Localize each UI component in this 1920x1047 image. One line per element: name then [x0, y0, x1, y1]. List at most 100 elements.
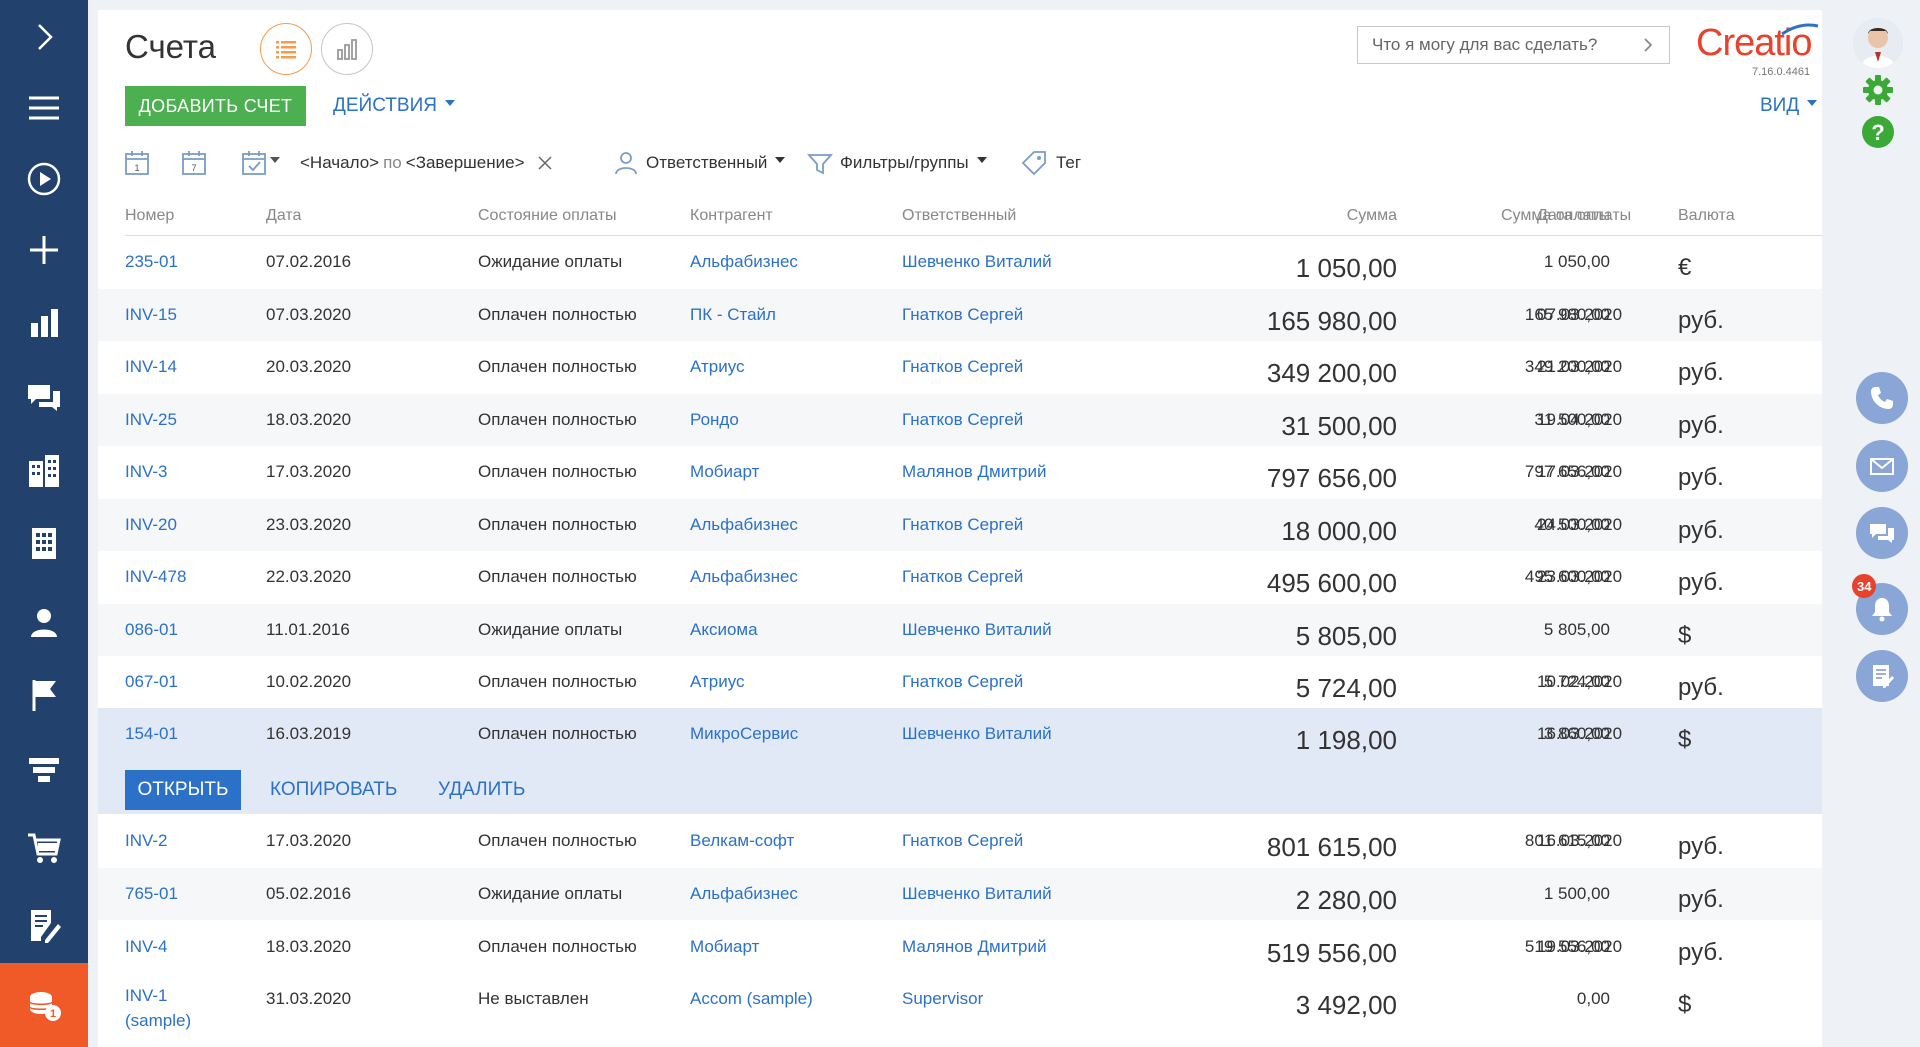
account-link[interactable]: Альфабизнес: [690, 515, 798, 535]
invoice-number-link[interactable]: INV-20: [125, 515, 177, 535]
owner-filter[interactable]: Ответственный: [612, 148, 786, 178]
invoice-number-link[interactable]: INV-15: [125, 305, 177, 325]
sidebar-item-documents[interactable]: [0, 890, 88, 960]
expand-menu-button[interactable]: [0, 2, 88, 72]
tag-filter[interactable]: Тег: [1020, 148, 1081, 178]
gear-icon[interactable]: [1860, 72, 1896, 108]
column-owner[interactable]: Ответственный: [902, 207, 1016, 225]
command-search-input[interactable]: Что я могу для вас сделать?: [1357, 26, 1670, 64]
sidebar-item-dashboards[interactable]: [0, 288, 88, 358]
column-currency[interactable]: Валюта: [1678, 207, 1735, 225]
sidebar-item-contacts[interactable]: [0, 588, 88, 658]
period-filter[interactable]: <Начало> по <Завершение>: [300, 148, 553, 178]
owner-link[interactable]: Supervisor: [902, 989, 983, 1009]
owner-link[interactable]: Шевченко Виталий: [902, 884, 1052, 904]
owner-link[interactable]: Гнатков Сергей: [902, 567, 1023, 587]
owner-link[interactable]: Малянов Дмитрий: [902, 462, 1046, 482]
table-row[interactable]: INV-1 (sample) 31.03.2020 Не выставлен Acco…: [98, 973, 1822, 1047]
add-invoice-button[interactable]: ДОБАВИТЬ СЧЕТ: [125, 86, 306, 126]
invoice-number-link[interactable]: INV-14: [125, 357, 177, 377]
owner-link[interactable]: Шевченко Виталий: [902, 252, 1052, 272]
owner-link[interactable]: Гнатков Сергей: [902, 305, 1023, 325]
filter-day-button[interactable]: 1: [123, 148, 151, 178]
table-row[interactable]: INV-3 17.03.2020 Оплачен полностью Мобиарт М…: [98, 446, 1822, 498]
account-link[interactable]: Атриус: [690, 357, 745, 377]
filter-period-button[interactable]: [240, 148, 280, 178]
column-date[interactable]: Дата: [266, 207, 301, 225]
invoice-number-link[interactable]: INV-4: [125, 937, 168, 957]
phone-button[interactable]: [1856, 372, 1908, 424]
filters-groups[interactable]: Фильтры/группы: [806, 148, 987, 178]
invoice-number-link[interactable]: 154-01: [125, 724, 178, 744]
account-link[interactable]: Рондо: [690, 410, 739, 430]
close-icon[interactable]: [537, 155, 553, 171]
account-link[interactable]: Альфабизнес: [690, 884, 798, 904]
owner-link[interactable]: Гнатков Сергей: [902, 831, 1023, 851]
invoice-number-link[interactable]: 235-01: [125, 252, 178, 272]
table-row[interactable]: INV-25 18.03.2020 Оплачен полностью Рондо Гн…: [98, 394, 1822, 446]
invoice-number-link[interactable]: 765-01: [125, 884, 178, 904]
owner-link[interactable]: Гнатков Сергей: [902, 357, 1023, 377]
open-button[interactable]: ОТКРЫТЬ: [125, 770, 241, 810]
avatar[interactable]: [1853, 18, 1903, 68]
account-link[interactable]: Аксиома: [690, 620, 758, 640]
account-link[interactable]: Альфабизнес: [690, 252, 798, 272]
table-row[interactable]: INV-478 22.03.2020 Оплачен полностью Альфаб…: [98, 551, 1822, 603]
account-link[interactable]: Мобиарт: [690, 462, 759, 482]
table-row[interactable]: INV-20 23.03.2020 Оплачен полностью Альфаби…: [98, 499, 1822, 551]
account-link[interactable]: ПК - Стайл: [690, 305, 776, 325]
sidebar-item-orders[interactable]: [0, 813, 88, 883]
sidebar-item-feed[interactable]: [0, 362, 88, 432]
main-menu-button[interactable]: [0, 73, 88, 143]
account-link[interactable]: Accom (sample): [690, 989, 813, 1009]
owner-link[interactable]: Гнатков Сергей: [902, 515, 1023, 535]
account-link[interactable]: Альфабизнес: [690, 567, 798, 587]
invoice-number-link[interactable]: INV-25: [125, 410, 177, 430]
column-amount[interactable]: Сумма: [1247, 207, 1397, 225]
sidebar-item-accounts[interactable]: [0, 436, 88, 506]
sidebar-item-opportunities[interactable]: [0, 736, 88, 806]
analytics-view-button[interactable]: [321, 23, 373, 75]
column-payment-status[interactable]: Состояние оплаты: [478, 207, 617, 225]
table-row[interactable]: 067-01 10.02.2020 Оплачен полностью Атриус Г…: [98, 656, 1822, 708]
help-icon[interactable]: ?: [1860, 114, 1896, 150]
table-row[interactable]: 765-01 05.02.2016 Ожидание оплаты Альфабизн…: [98, 868, 1822, 920]
table-row[interactable]: INV-15 07.03.2020 Оплачен полностью ПК - Ст…: [98, 289, 1822, 341]
invoice-number-link[interactable]: INV-2: [125, 831, 168, 851]
column-payment-date[interactable]: Дата оплаты: [1537, 207, 1631, 225]
chat-button[interactable]: [1856, 507, 1908, 559]
sidebar-item-contacts-org[interactable]: [0, 508, 88, 578]
table-row[interactable]: 235-01 07.02.2016 Ожидание оплаты Альфабизн…: [98, 236, 1822, 288]
delete-button[interactable]: УДАЛИТЬ: [438, 779, 525, 801]
invoice-number-link[interactable]: 086-01: [125, 620, 178, 640]
column-number[interactable]: Номер: [125, 207, 174, 225]
sidebar-item-invoices[interactable]: 1: [0, 963, 88, 1047]
tasks-button[interactable]: [1856, 650, 1908, 702]
owner-link[interactable]: Гнатков Сергей: [902, 410, 1023, 430]
owner-link[interactable]: Гнатков Сергей: [902, 672, 1023, 692]
owner-link[interactable]: Шевченко Виталий: [902, 724, 1052, 744]
invoice-number-link[interactable]: 067-01: [125, 672, 178, 692]
email-button[interactable]: [1856, 440, 1908, 492]
table-row[interactable]: INV-14 20.03.2020 Оплачен полностью Атриус Г…: [98, 341, 1822, 393]
table-row[interactable]: INV-4 18.03.2020 Оплачен полностью Мобиарт М…: [98, 921, 1822, 973]
table-row[interactable]: 086-01 11.01.2016 Ожидание оплаты Аксиома Ше…: [98, 604, 1822, 656]
view-menu-button[interactable]: ВИД: [1760, 95, 1818, 117]
list-view-button[interactable]: [260, 23, 312, 75]
account-link[interactable]: Велкам-софт: [690, 831, 794, 851]
invoice-number-link[interactable]: INV-3: [125, 462, 168, 482]
filter-week-button[interactable]: 7: [180, 148, 208, 178]
sidebar-item-add[interactable]: [0, 215, 88, 285]
actions-menu-button[interactable]: ДЕЙСТВИЯ: [333, 95, 455, 117]
account-link[interactable]: Атриус: [690, 672, 745, 692]
account-link[interactable]: МикроСервис: [690, 724, 798, 744]
sidebar-item-leads[interactable]: [0, 660, 88, 730]
owner-link[interactable]: Малянов Дмитрий: [902, 937, 1046, 957]
owner-link[interactable]: Шевченко Виталий: [902, 620, 1052, 640]
invoice-number-link[interactable]: INV-1 (sample): [125, 983, 205, 1033]
account-link[interactable]: Мобиарт: [690, 937, 759, 957]
copy-button[interactable]: КОПИРОВАТЬ: [270, 779, 397, 801]
sidebar-item-process[interactable]: [0, 144, 88, 214]
invoice-number-link[interactable]: INV-478: [125, 567, 186, 587]
column-account[interactable]: Контрагент: [690, 207, 773, 225]
